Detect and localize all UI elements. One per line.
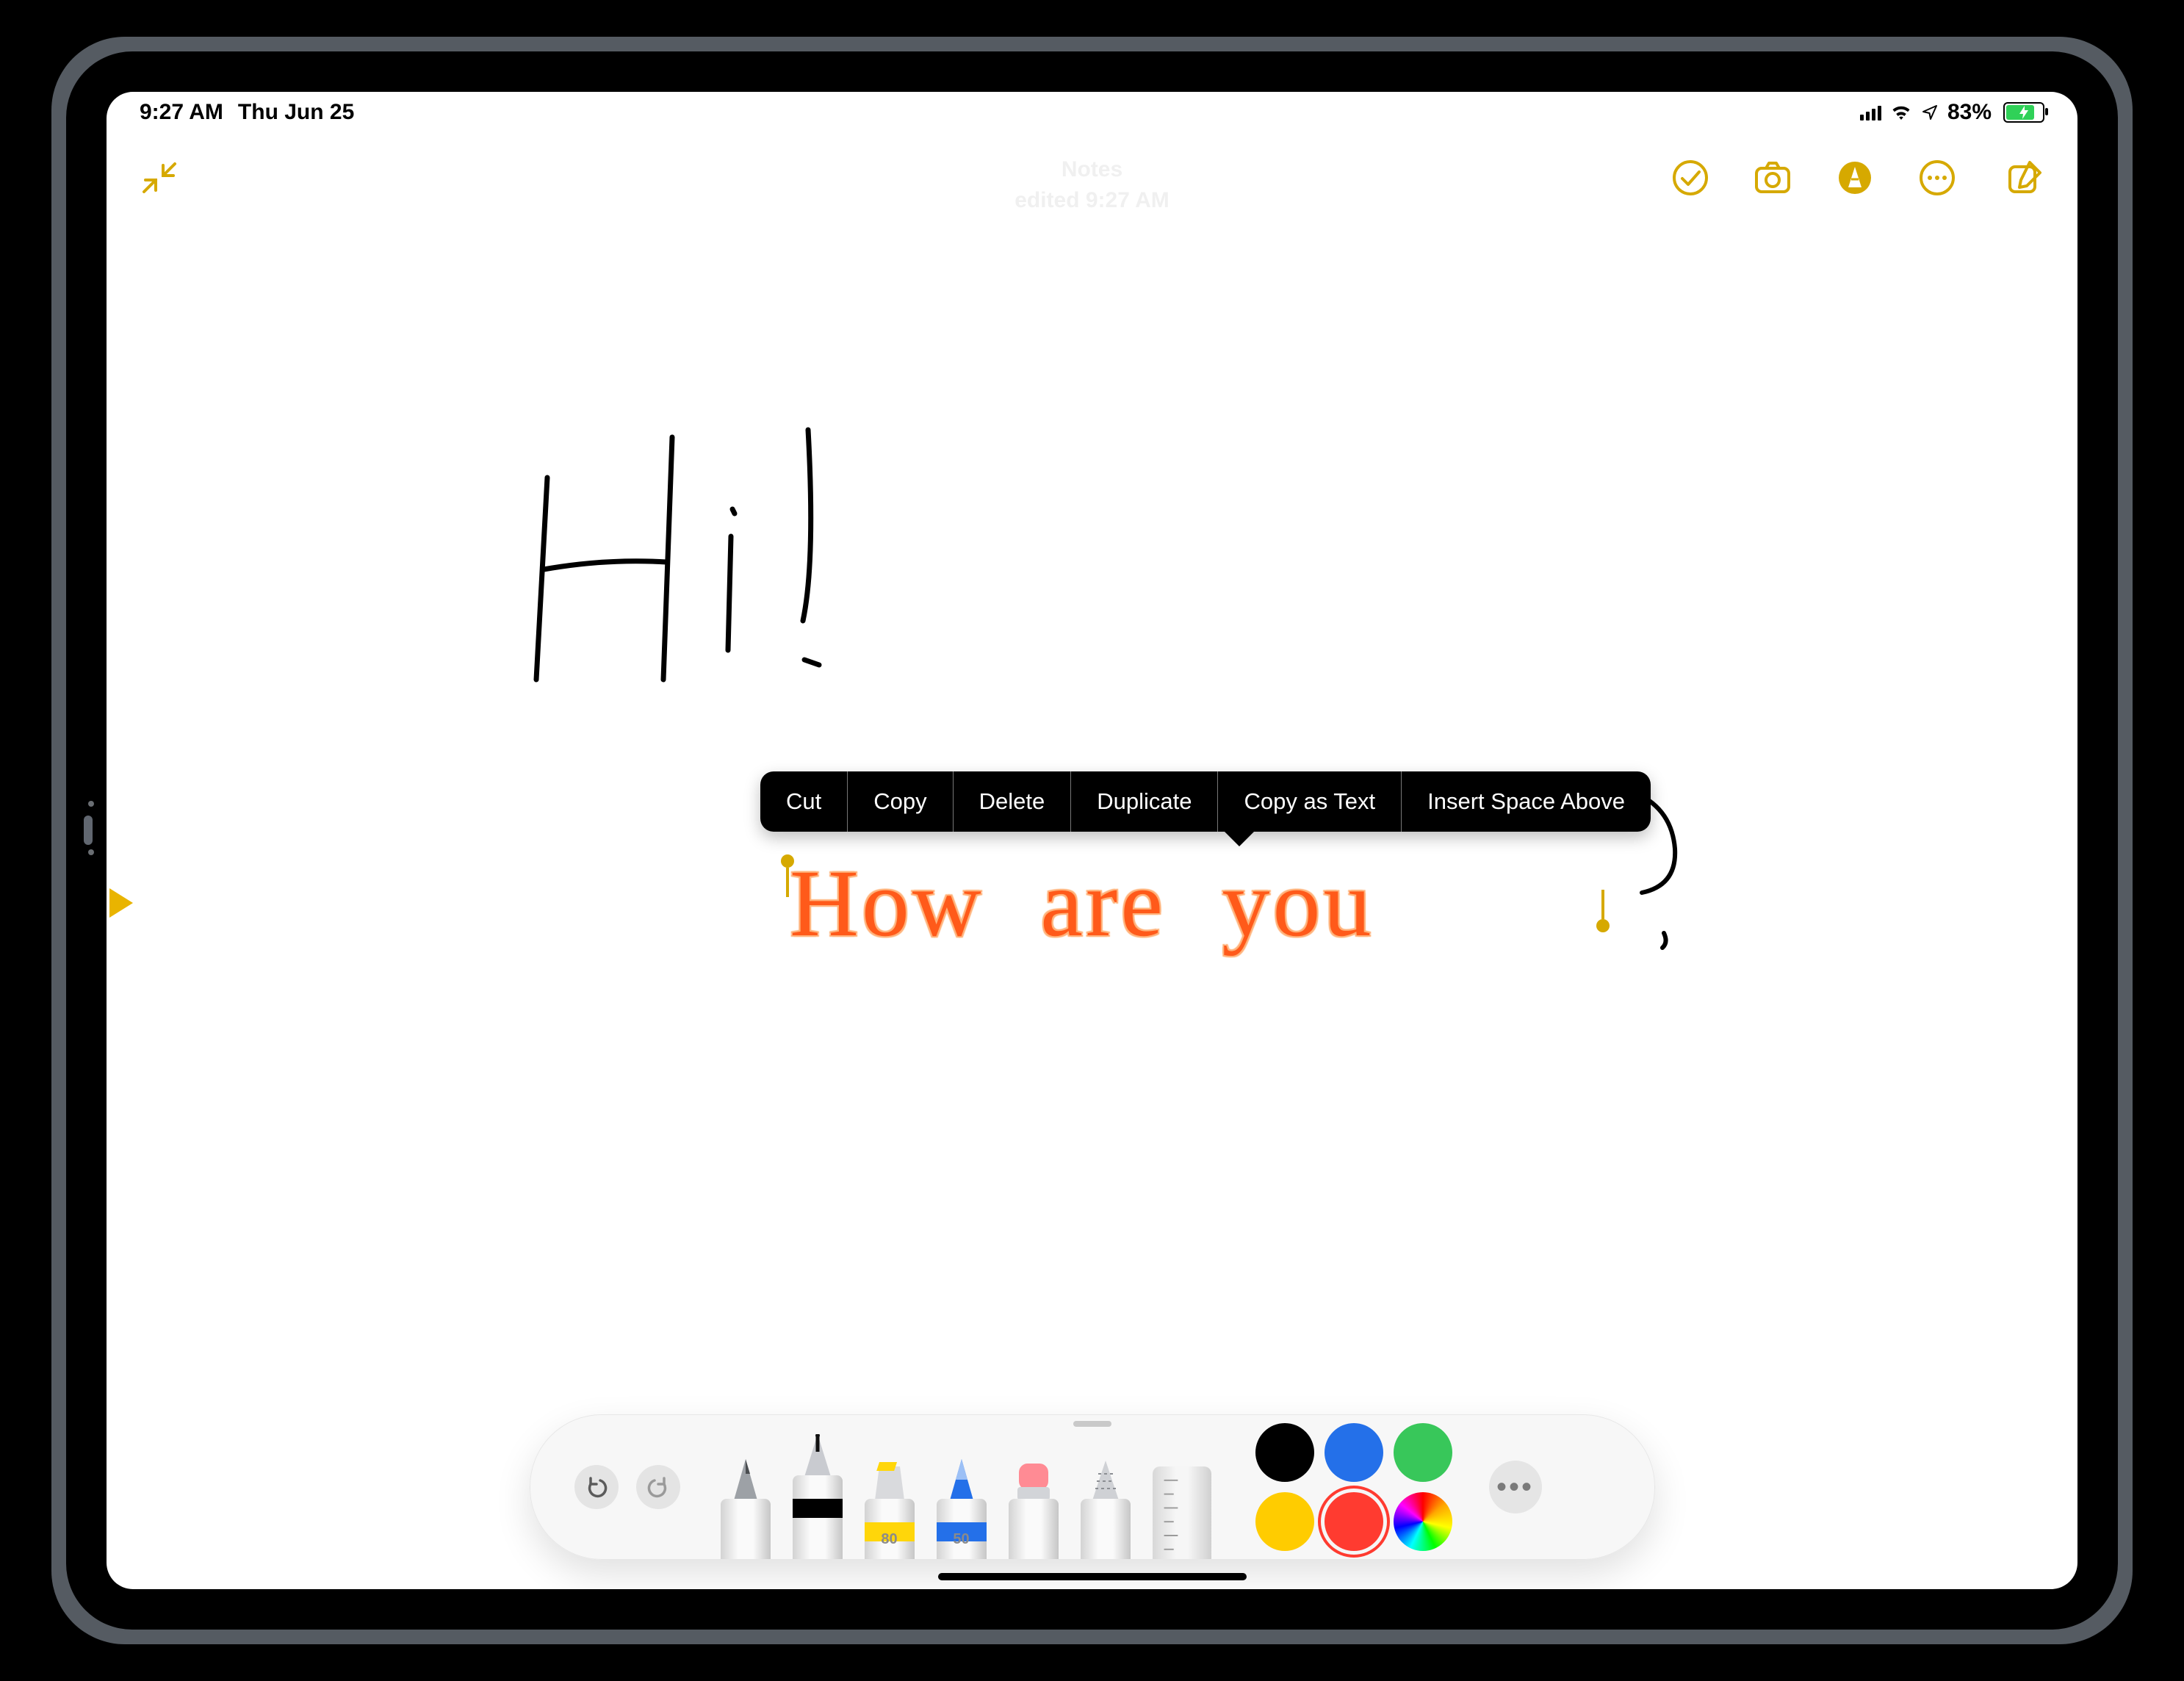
tool-pencil-size: 50 [937,1531,987,1548]
context-menu: Cut Copy Delete Duplicate Copy as Text I… [760,771,1651,832]
ipad-edge: 9:27 AM Thu Jun 25 [51,37,2133,1644]
status-bar: 9:27 AM Thu Jun 25 [107,92,2077,133]
home-indicator[interactable] [938,1573,1247,1580]
toolbar-grabber-icon[interactable] [1073,1421,1111,1427]
location-icon [1921,104,1939,121]
ctx-delete[interactable]: Delete [954,771,1071,832]
selection-end-stem-icon [1601,890,1604,919]
sidebar-peek-icon[interactable] [109,888,133,918]
battery-icon [2003,102,2044,123]
camera-dot-icon [88,849,94,855]
pencilkit-toolbar[interactable]: A [530,1414,1655,1560]
compose-icon[interactable] [2005,158,2044,198]
stray-stroke[interactable] [1620,782,1693,951]
ctx-copy[interactable]: Copy [848,771,952,832]
handwriting-selected[interactable]: How are you [790,856,1374,951]
ctx-insert-space-above[interactable]: Insert Space Above [1402,771,1651,832]
status-date: Thu Jun 25 [238,100,354,125]
handwriting-hi[interactable] [525,430,863,738]
checklist-icon[interactable] [1671,158,1710,198]
swatch-red[interactable] [1325,1492,1383,1551]
tool-highlighter-size: 80 [865,1531,915,1548]
status-time: 9:27 AM [140,100,223,125]
redo-button[interactable] [636,1465,680,1509]
tool-pen[interactable] [793,1434,843,1559]
ctx-copy-as-text[interactable]: Copy as Text [1218,771,1401,832]
selection-start-stem-icon [786,868,789,897]
tool-ruler[interactable] [1153,1458,1211,1559]
swatch-green[interactable] [1394,1423,1452,1482]
camera-slot-icon [84,816,93,845]
ipad-frame: 9:27 AM Thu Jun 25 [37,22,2147,1659]
swatch-black[interactable] [1255,1423,1314,1482]
selection-end-handle[interactable] [1596,919,1610,932]
app-toolbar: Notes edited 9:27 AM [107,136,2077,217]
more-icon[interactable] [1917,158,1957,198]
cellular-icon [1860,104,1881,120]
tool-scribble[interactable]: A [721,1458,771,1559]
note-header-ghost: Notes edited 9:27 AM [1014,154,1170,216]
charging-icon [2005,104,2043,121]
context-menu-caret-icon [1223,830,1255,846]
undo-button[interactable] [574,1465,619,1509]
ipad-bezel: 9:27 AM Thu Jun 25 [66,51,2118,1630]
drawing-canvas[interactable]: Cut Copy Delete Duplicate Copy as Text I… [107,217,2077,1589]
battery-percent: 83% [1947,100,1992,125]
ctx-cut[interactable]: Cut [760,771,847,832]
camera-dot-icon [88,801,94,807]
collapse-icon[interactable] [140,158,179,198]
swatch-color-picker[interactable] [1394,1492,1452,1551]
swatch-yellow[interactable] [1255,1492,1314,1551]
markup-icon[interactable] [1835,158,1875,198]
tool-pencil[interactable]: 50 [937,1458,987,1559]
tool-lasso[interactable] [1081,1458,1131,1559]
tool-eraser[interactable] [1009,1458,1059,1559]
color-swatches [1255,1423,1452,1551]
wifi-icon [1890,104,1912,120]
toolbar-more-button[interactable]: ••• [1489,1461,1542,1513]
swatch-blue[interactable] [1325,1423,1383,1482]
tool-highlighter[interactable]: 80 [865,1458,915,1559]
camera-icon[interactable] [1753,158,1792,198]
screen: 9:27 AM Thu Jun 25 [107,92,2077,1589]
ctx-duplicate[interactable]: Duplicate [1071,771,1217,832]
